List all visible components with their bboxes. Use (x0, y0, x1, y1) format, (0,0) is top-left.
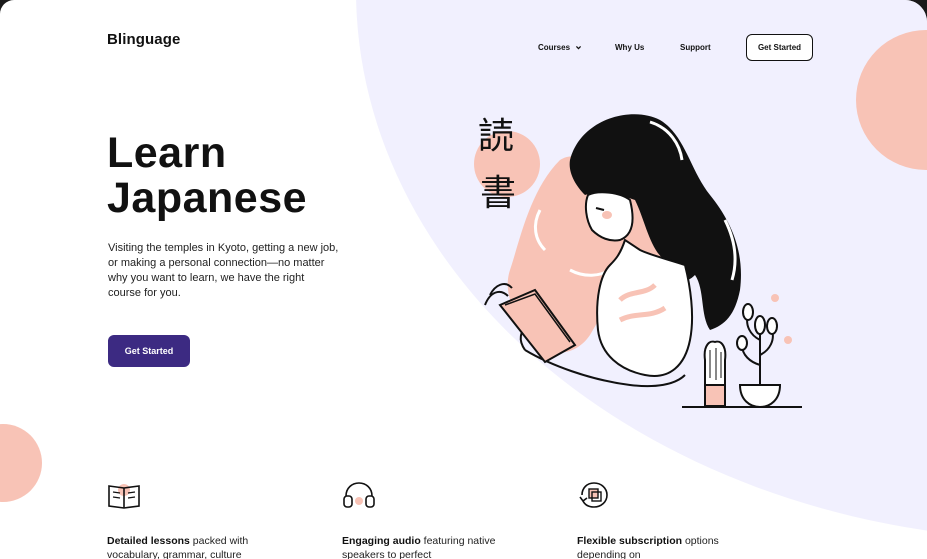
hero-description: Visiting the temples in Kyoto, getting a… (108, 242, 339, 299)
decorative-circle (0, 424, 42, 502)
plant-illustration (736, 294, 792, 409)
nav-courses[interactable]: Courses (538, 43, 582, 52)
nav-why-us[interactable]: Why Us (615, 43, 644, 52)
get-started-nav-button[interactable]: Get Started (746, 34, 813, 61)
feature-title: Flexible subscription (577, 535, 683, 547)
feature-description: Engaging audio featuring native speakers… (342, 534, 532, 559)
headphones-icon (343, 482, 375, 508)
kanji-read: 読 (478, 116, 514, 157)
hero-title: Learn Japanese (107, 131, 307, 221)
cactus-illustration (703, 340, 727, 407)
logo[interactable]: Blinguage (107, 31, 180, 48)
nav-support[interactable]: Support (680, 43, 711, 52)
feature-lessons: Detailed lessons packed with vocabulary,… (107, 480, 297, 559)
feature-title: Detailed lessons (107, 535, 190, 547)
hero-illustration: 読 書 (474, 114, 802, 409)
feature-description: Flexible subscription options depending … (577, 534, 767, 559)
get-started-button[interactable]: Get Started (108, 335, 190, 367)
book-icon (108, 484, 140, 509)
feature-description: Detailed lessons packed with vocabulary,… (107, 534, 297, 559)
kanji-write: 書 (480, 173, 516, 214)
feature-subscription: Flexible subscription options depending … (577, 480, 767, 559)
page: Blinguage Courses Why Us Support Get Sta… (0, 0, 927, 559)
refresh-icon (579, 482, 608, 508)
hero-title-line: Japanese (107, 174, 308, 222)
nav-courses-label: Courses (538, 43, 571, 52)
feature-title: Engaging audio (342, 535, 421, 547)
hero-title-line: Learn (107, 129, 227, 177)
chevron-down-icon (575, 46, 582, 50)
feature-audio: Engaging audio featuring native speakers… (342, 480, 532, 559)
